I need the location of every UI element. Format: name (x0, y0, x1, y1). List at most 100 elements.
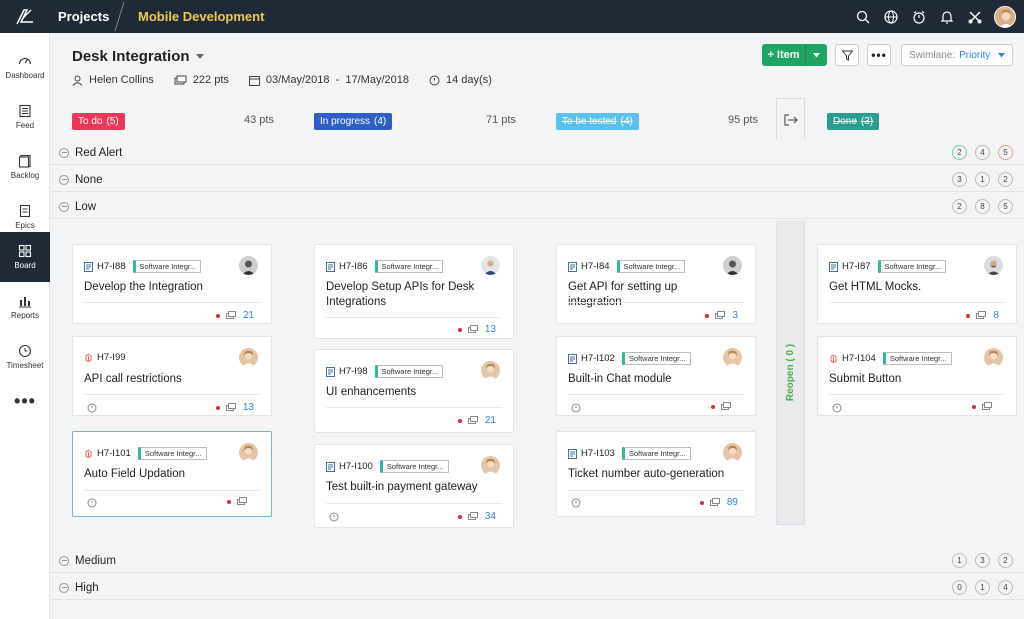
sidebar-item-board[interactable]: Board (0, 232, 50, 282)
collapse-toggle-icon[interactable] (59, 582, 69, 593)
assignee-avatar[interactable] (984, 348, 1003, 367)
sidebar-item-backlog[interactable]: Backlog (0, 142, 50, 192)
sprint-title[interactable]: Desk Integration (72, 48, 204, 65)
assignee-avatar[interactable] (984, 256, 1003, 275)
epic-tag[interactable]: Software Integr... (616, 260, 686, 273)
add-item-dropdown[interactable] (806, 52, 827, 58)
collapse-toggle-icon[interactable] (59, 555, 69, 566)
globe-icon[interactable] (882, 8, 900, 26)
swimlane-none[interactable]: None 3 1 2 (50, 168, 1024, 192)
assignee-avatar[interactable] (723, 256, 742, 275)
user-avatar[interactable] (994, 5, 1016, 28)
task-card[interactable]: H7-I98 Software Integr... UI enhancement… (314, 349, 514, 433)
epic-tag[interactable]: Software Integr... (882, 352, 952, 365)
projects-link[interactable]: Projects (58, 9, 109, 24)
task-id[interactable]: H7-I84 (581, 261, 610, 272)
task-id[interactable]: H7-I104 (842, 353, 876, 364)
task-card[interactable]: H7-I86 Software Integr... Develop Setup … (314, 244, 514, 339)
task-title[interactable]: Develop Setup APIs for Desk Integrations (326, 280, 486, 310)
task-title[interactable]: API call restrictions (84, 372, 244, 387)
swimlane-low[interactable]: Low 2 8 5 (50, 195, 1024, 219)
sidebar-item-reports[interactable]: Reports (0, 282, 50, 332)
card-divider (84, 394, 260, 395)
column-done[interactable]: Done (3) (827, 111, 880, 131)
collapse-toggle-icon[interactable] (59, 174, 69, 185)
column-todo[interactable]: To do (5) (72, 111, 125, 131)
assignee-avatar[interactable] (239, 348, 258, 367)
task-card[interactable]: H7-I84 Software Integr... Get API for se… (556, 244, 756, 324)
task-id[interactable]: H7-I100 (339, 461, 373, 472)
sidebar-item-feed[interactable]: Feed (0, 92, 50, 142)
task-title[interactable]: Develop the Integration (84, 280, 244, 295)
add-item-button[interactable]: + Item (762, 44, 827, 66)
assignee-avatar[interactable] (481, 361, 500, 380)
app-logo-icon[interactable] (0, 0, 50, 33)
current-project-name[interactable]: Mobile Development (138, 9, 264, 24)
timer-icon[interactable] (910, 8, 928, 26)
task-id[interactable]: H7-I102 (581, 353, 615, 364)
sidebar-more-button[interactable]: ••• (0, 389, 50, 413)
assignee-avatar[interactable] (239, 443, 258, 462)
filter-button[interactable] (835, 44, 859, 66)
reopen-column[interactable]: Reopen ( 0 ) (776, 221, 805, 525)
task-title[interactable]: Auto Field Updation (84, 467, 244, 482)
tools-icon[interactable] (966, 8, 984, 26)
task-title[interactable]: UI enhancements (326, 385, 486, 400)
task-title[interactable]: Get API for setting up integration (568, 280, 728, 310)
assignee-avatar[interactable] (481, 456, 500, 475)
task-id[interactable]: H7-I98 (339, 366, 368, 377)
task-id[interactable]: H7-I86 (339, 261, 368, 272)
task-id[interactable]: H7-I101 (97, 448, 131, 459)
assignee-avatar[interactable] (723, 443, 742, 462)
column-to-be-tested[interactable]: To be tested (4) (556, 111, 639, 131)
swimlane-select[interactable]: Swimlane: Priority (901, 44, 1013, 66)
sidebar-item-timesheet[interactable]: Timesheet (0, 332, 50, 382)
task-card[interactable]: H7-I104 Software Integr... Submit Button (817, 336, 1017, 416)
search-icon[interactable] (854, 8, 872, 26)
exit-arrow-icon (783, 113, 798, 126)
swimlane-red-alert[interactable]: Red Alert 2 4 5 (50, 141, 1024, 165)
task-card[interactable]: H7-I103 Software Integr... Ticket number… (556, 431, 756, 517)
assignee-avatar[interactable] (723, 348, 742, 367)
task-title[interactable]: Test built-in payment gateway (326, 480, 486, 495)
epic-tag[interactable]: Software Integr... (374, 260, 444, 273)
task-title[interactable]: Built-in Chat module (568, 372, 728, 387)
task-card[interactable]: H7-I102 Software Integr... Built-in Chat… (556, 336, 756, 416)
task-title[interactable]: Ticket number auto-generation (568, 467, 728, 482)
epic-tag[interactable]: Software Integr... (877, 260, 947, 273)
epic-tag[interactable]: Software Integr... (379, 460, 449, 473)
task-card[interactable]: H7-I99 API call restrictions 13 (72, 336, 272, 416)
epic-tag[interactable]: Software Integr... (132, 260, 202, 273)
task-id[interactable]: H7-I88 (97, 261, 126, 272)
collapse-toggle-icon[interactable] (59, 201, 69, 212)
epic-tag[interactable]: Software Integr... (137, 447, 207, 460)
assignee-avatar[interactable] (239, 256, 258, 275)
more-options-button[interactable]: ••• (867, 44, 891, 66)
column-in-progress[interactable]: In progress (4) (314, 111, 393, 131)
swimlane-medium[interactable]: Medium 1 3 2 (50, 549, 1024, 573)
task-card[interactable]: H7-I87 Software Integr... Get HTML Mocks… (817, 244, 1017, 324)
epic-tag[interactable]: Software Integr... (374, 365, 444, 378)
lane-count-badge: 5 (998, 145, 1013, 160)
bell-icon[interactable] (938, 8, 956, 26)
add-item-label: + Item (762, 44, 806, 66)
duration-icon (429, 75, 440, 85)
task-card[interactable]: H7-I101 Software Integr... Auto Field Up… (72, 431, 272, 517)
lane-count-badge: 1 (975, 580, 990, 595)
assignee-avatar[interactable] (481, 256, 500, 275)
task-id[interactable]: H7-I103 (581, 448, 615, 459)
task-title[interactable]: Submit Button (829, 372, 989, 387)
task-id[interactable]: H7-I99 (97, 352, 126, 363)
card-divider (84, 302, 260, 303)
task-title[interactable]: Get HTML Mocks. (829, 280, 989, 295)
task-card[interactable]: H7-I100 Software Integr... Test built-in… (314, 444, 514, 528)
epic-tag[interactable]: Software Integr... (621, 352, 691, 365)
sidebar-item-dashboard[interactable]: Dashboard (0, 42, 50, 92)
task-card[interactable]: H7-I88 Software Integr... Develop the In… (72, 244, 272, 324)
swimlane-high[interactable]: High 0 1 4 (50, 576, 1024, 600)
task-id[interactable]: H7-I87 (842, 261, 871, 272)
lane-count-badge: 0 (952, 580, 967, 595)
epic-tag[interactable]: Software Integr... (621, 447, 691, 460)
exit-column-toggle[interactable] (776, 98, 805, 140)
collapse-toggle-icon[interactable] (59, 147, 69, 158)
